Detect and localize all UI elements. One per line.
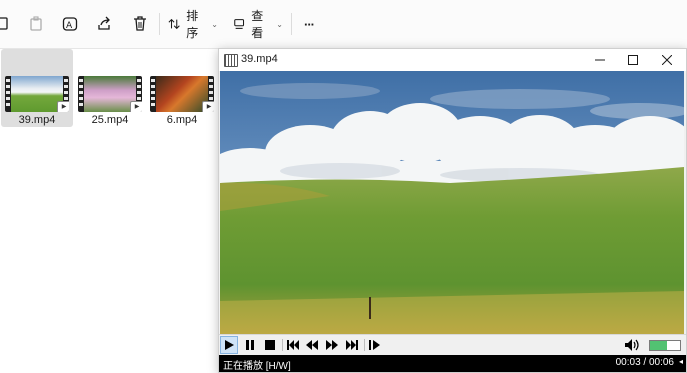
status-bar: 正在播放 [H/W] 00:03 / 00:06 ◂ [219,355,686,372]
file-name: 25.mp4 [91,114,129,126]
video-file-icon: ▶ [202,101,214,112]
explorer-toolbar: A 排序 ⌄ 查看 ⌄ ··· [0,0,687,49]
file-name: 6.mp4 [166,114,198,126]
maximize-button[interactable] [616,49,650,71]
window-title: 39.mp4 [241,53,278,65]
frame-step-button[interactable] [366,336,384,354]
pause-button[interactable] [241,336,259,354]
rename-icon[interactable]: A [59,9,81,39]
sort-button[interactable]: 排序 ⌄ [168,9,218,40]
skip-next-button[interactable] [343,336,361,354]
close-button[interactable] [650,49,684,71]
control-divider [364,339,365,351]
chevron-down-icon: ⌄ [276,19,283,29]
file-item-25[interactable]: ▶ 25.mp4 [74,49,146,127]
video-thumbnail: ▶ [78,76,142,112]
file-list: ▶ 39.mp4 ▶ 25.mp4 ▶ 6.mp4 [0,49,218,371]
cut-icon[interactable] [0,9,12,39]
toolbar-divider [291,13,292,35]
collapse-arrow-icon[interactable]: ◂ [679,357,683,366]
chevron-down-icon: ⌄ [211,19,218,29]
control-divider [282,339,283,351]
video-frame[interactable] [220,71,684,335]
view-button[interactable]: 查看 ⌄ [233,9,283,40]
file-item-6[interactable]: ▶ 6.mp4 [146,49,218,127]
skip-previous-button[interactable] [284,336,302,354]
title-bar[interactable]: 39.mp4 [219,49,686,71]
rewind-button[interactable] [303,336,321,354]
sort-label: 排序 [186,9,199,40]
more-options-button[interactable]: ··· [298,9,320,39]
view-label: 查看 [251,9,264,40]
paste-icon[interactable] [25,9,47,39]
video-file-icon: ▶ [57,101,69,112]
fast-forward-button[interactable] [323,336,341,354]
video-thumbnail: ▶ [150,76,214,112]
video-thumbnail: ▶ [5,76,69,112]
playback-controls [219,334,686,355]
play-button[interactable] [220,336,238,354]
volume-icon[interactable] [623,336,641,354]
file-item-39[interactable]: ▶ 39.mp4 [1,49,73,127]
video-file-icon: ▶ [130,101,142,112]
playback-status: 正在播放 [H/W] [223,361,291,372]
volume-slider[interactable] [649,340,681,351]
stop-button[interactable] [261,336,279,354]
volume-level [650,341,667,350]
minimize-button[interactable] [583,49,617,71]
file-name: 39.mp4 [18,114,56,126]
time-display: 00:03 / 00:06 [615,357,674,368]
share-icon[interactable] [93,9,115,39]
delete-icon[interactable] [129,9,151,39]
film-icon [224,54,238,67]
svg-text:A: A [66,21,73,31]
media-player-window: 39.mp4 正在播放 [H/W] 00:03 / 00:06 ◂ [218,48,687,373]
toolbar-divider [159,13,160,35]
sort-icon [168,18,180,30]
view-icon [234,19,245,29]
